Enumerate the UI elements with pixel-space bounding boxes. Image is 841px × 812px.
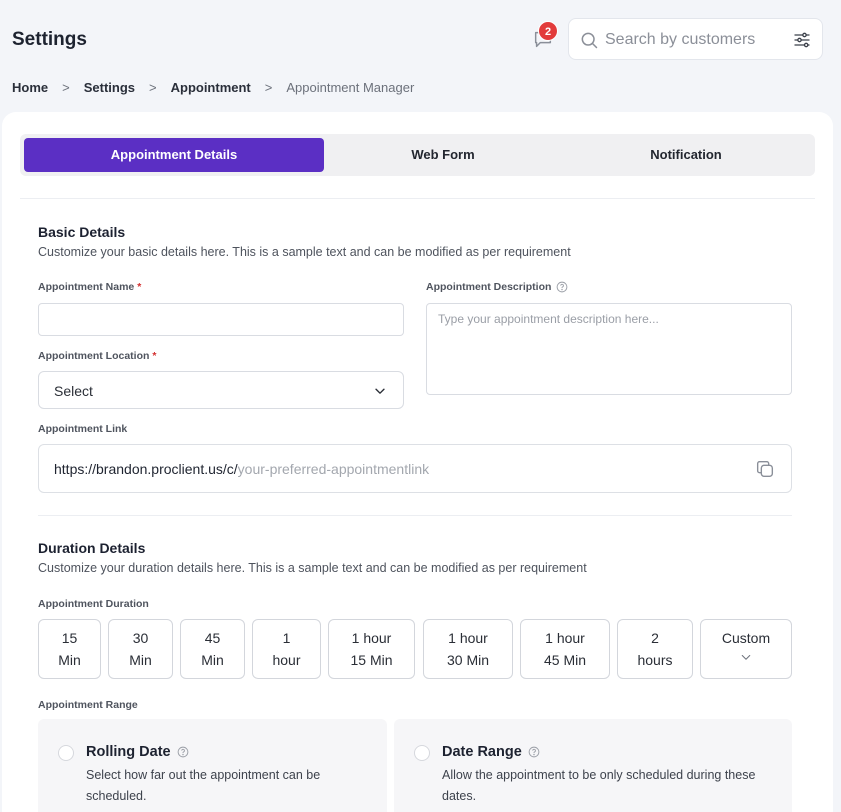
range-option-description: Allow the appointment to be only schedul… [442,768,756,803]
chevron-down-icon [375,388,385,394]
filter-sliders-icon[interactable] [792,30,812,50]
appointment-duration-label: Appointment Duration [38,598,149,610]
duration-option-line2: hours [637,652,673,668]
breadcrumb-separator: > [62,80,70,95]
basic-details-subtitle: Customize your basic details here. This … [38,245,571,259]
duration-option-line2: Min [201,652,224,668]
range-option-date-range[interactable]: Date Range Allow the appointment to be o… [394,719,792,812]
duration-option-line1: Custom [721,630,771,646]
appointment-range-label: Appointment Range [38,699,138,711]
copy-icon[interactable] [754,458,776,480]
notification-badge: 2 [538,21,558,41]
appointment-link-field[interactable]: https://brandon.proclient.us/c/your-pref… [38,444,792,493]
tab-web-form[interactable]: Web Form [324,138,562,172]
chevron-down-icon [741,654,751,660]
breadcrumb-appointment[interactable]: Appointment [171,80,251,95]
duration-option-line1: 1 [282,630,291,646]
breadcrumb-current: Appointment Manager [286,80,415,95]
range-option-title-text: Rolling Date [86,744,171,760]
duration-option-2-hours[interactable]: 2 hours [617,619,693,679]
duration-details-title: Duration Details [38,540,146,556]
page-title: Settings [12,29,87,50]
tab-appointment-details[interactable]: Appointment Details [24,138,324,172]
duration-option-30-min[interactable]: 30 Min [108,619,173,679]
duration-option-line2: Min [58,652,81,668]
duration-details-subtitle: Customize your duration details here. Th… [38,561,587,575]
appointment-description-textarea[interactable] [426,303,792,395]
duration-option-1-hour-15-min[interactable]: 1 hour 15 Min [328,619,415,679]
appointment-name-input[interactable] [38,303,404,336]
radio-button[interactable] [414,745,430,761]
range-option-rolling-date[interactable]: Rolling Date Select how far out the appo… [38,719,387,812]
duration-option-45-min[interactable]: 45 Min [180,619,245,679]
search-bar [568,18,823,60]
duration-option-line1: 15 [61,630,78,646]
breadcrumb: Home > Settings > Appointment > Appointm… [12,80,414,95]
basic-details-title: Basic Details [38,224,126,240]
duration-option-line2: 45 Min [543,652,587,668]
duration-option-line1: 1 hour [545,630,585,646]
duration-option-1-hour-45-min[interactable]: 1 hour 45 Min [520,619,610,679]
duration-option-line1: 1 hour [351,630,392,646]
help-icon[interactable] [528,746,540,758]
tab-notification[interactable]: Notification [562,138,810,172]
breadcrumb-separator: > [264,80,273,95]
select-value: Select [54,383,93,399]
appointment-location-select[interactable]: Select [38,371,404,409]
appointment-location-label-text: Appointment Location [38,350,150,362]
duration-option-1-hour[interactable]: 1 hour [252,619,321,679]
range-option-description: Select how far out the appointment can b… [86,768,321,803]
appointment-description-label-text: Appointment Description [426,281,552,293]
duration-option-line2: Min [129,652,152,668]
required-marker: * [152,350,157,362]
range-option-title: Rolling Date [86,744,189,760]
appointment-name-label: Appointment Name * [38,281,141,293]
appointment-description-label: Appointment Description [426,281,568,293]
link-prefix-text: https://brandon.proclient.us/c/ [54,461,238,477]
duration-option-line2: 30 Min [446,652,490,668]
appointment-location-label: Appointment Location * [38,350,156,362]
duration-option-line1: 45 [204,630,221,646]
radio-button[interactable] [58,745,74,761]
link-prefix: https://brandon.proclient.us/c/your-pref… [54,461,429,477]
breadcrumb-settings[interactable]: Settings [84,80,135,95]
duration-option-line1: 2 [651,630,659,646]
divider [20,198,815,199]
duration-option-line2: hour [272,652,301,668]
breadcrumb-separator: > [149,80,157,95]
required-marker: * [137,281,142,293]
duration-option-15-min[interactable]: 15 Min [38,619,101,679]
divider [38,515,792,516]
duration-option-line1: 1 hour [448,630,488,646]
duration-option-line1: 30 [132,630,149,646]
search-icon [581,32,598,49]
duration-option-custom[interactable]: Custom [700,619,792,679]
breadcrumb-home[interactable]: Home [12,80,48,95]
duration-option-line2: 15 Min [350,652,393,668]
help-icon[interactable] [556,281,568,293]
search-input[interactable] [605,27,785,53]
help-icon[interactable] [177,746,189,758]
range-option-title-text: Date Range [442,744,522,760]
appointment-name-label-text: Appointment Name [38,281,135,293]
range-option-title: Date Range [442,744,540,760]
top-bar: Settings 2 [0,0,841,80]
duration-option-1-hour-30-min[interactable]: 1 hour 30 Min [423,619,513,679]
appointment-link-label: Appointment Link [38,423,128,435]
link-placeholder: your-preferred-appointmentlink [237,461,430,477]
tab-bar: Appointment Details Web Form Notificatio… [20,134,815,176]
